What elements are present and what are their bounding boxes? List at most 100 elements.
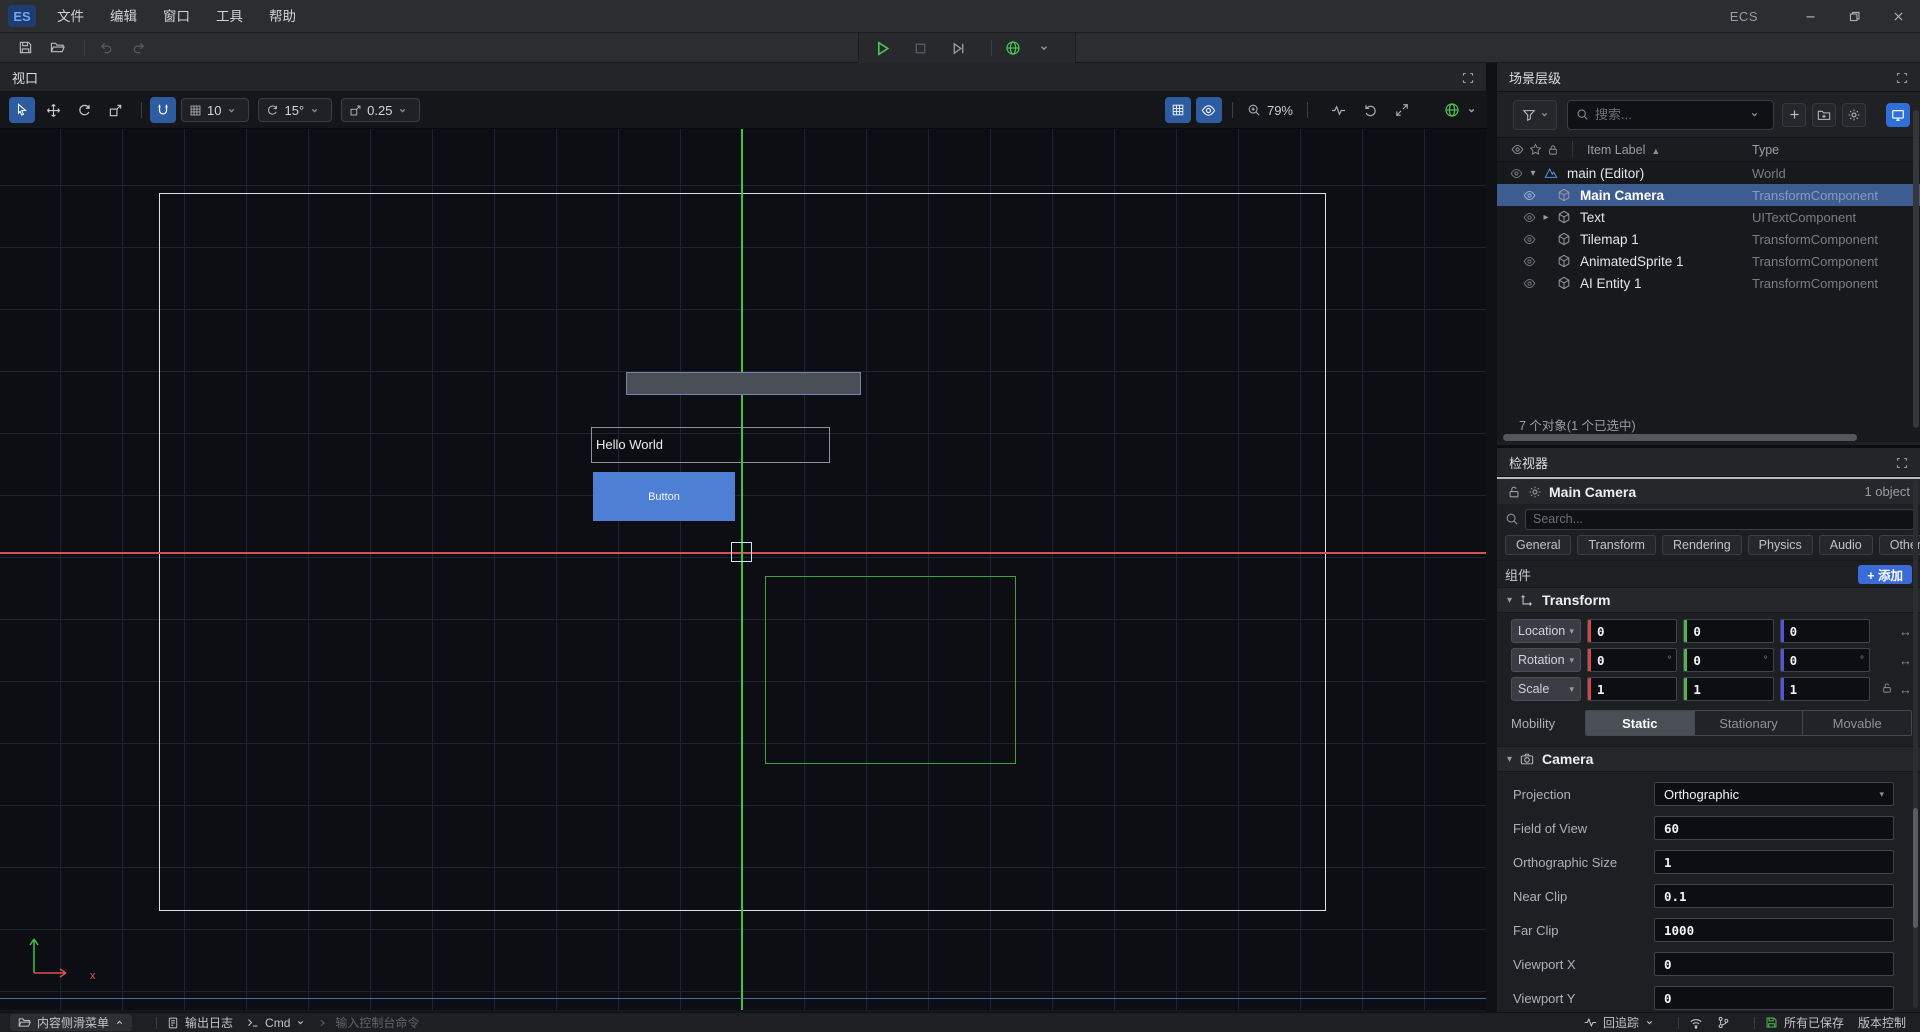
eye-icon[interactable] [1523, 189, 1537, 202]
output-log-button[interactable]: 输出日志 [167, 1014, 233, 1031]
rotation-y-input[interactable]: 0° [1683, 648, 1773, 672]
select-tool-button[interactable] [9, 97, 35, 123]
field-of-view-input[interactable]: 60 [1654, 816, 1894, 840]
cmd-dropdown[interactable]: Cmd [247, 1016, 305, 1030]
hierarchy-row-main[interactable]: ▾ main (Editor) World [1497, 162, 1920, 184]
maximize-button[interactable] [1832, 0, 1876, 33]
ui-button-element[interactable]: Button [593, 472, 735, 521]
gear-icon[interactable] [1528, 485, 1542, 499]
scale-label-dropdown[interactable]: Scale▾ [1511, 677, 1581, 701]
scale-y-input[interactable]: 1 [1683, 677, 1773, 701]
visibility-button[interactable] [1196, 97, 1222, 123]
tilemap-selected-bar[interactable] [626, 372, 861, 395]
undo-button[interactable] [93, 36, 119, 60]
hierarchy-row-animatedsprite[interactable]: AnimatedSprite 1 TransformComponent [1497, 250, 1920, 272]
rotation-snap-dropdown[interactable]: 15° [258, 98, 332, 122]
network-status-icon[interactable] [1689, 1016, 1703, 1030]
close-button[interactable] [1876, 0, 1920, 33]
viewport-x-input[interactable]: 0 [1654, 952, 1894, 976]
expand-chevron-icon[interactable]: ▸ [1537, 212, 1555, 223]
near-clip-input[interactable]: 0.1 [1654, 884, 1894, 908]
rotation-x-input[interactable]: 0° [1587, 648, 1677, 672]
save-button[interactable] [12, 36, 38, 60]
lock-column-icon[interactable] [1547, 144, 1559, 156]
eye-icon[interactable] [1523, 233, 1537, 246]
version-control-button[interactable]: 版本控制 [1858, 1014, 1906, 1031]
grid-snap-dropdown[interactable]: 10 [181, 98, 249, 122]
camera-mode-chevron-icon[interactable] [1464, 98, 1478, 122]
stats-pulse-button[interactable] [1326, 98, 1350, 122]
ui-text-element[interactable]: Hello World [591, 427, 830, 463]
tab-audio[interactable]: Audio [1819, 535, 1873, 555]
reset-view-button[interactable] [1358, 98, 1382, 122]
step-forward-button[interactable] [945, 36, 971, 60]
menu-tools[interactable]: 工具 [203, 0, 256, 33]
snap-toggle-button[interactable] [150, 97, 176, 123]
scale-z-input[interactable]: 1 [1780, 677, 1870, 701]
scale-tool-button[interactable] [102, 97, 128, 123]
app-logo[interactable]: ES [8, 5, 36, 27]
viewport-expand-icon[interactable] [1462, 70, 1474, 85]
stop-button[interactable] [907, 36, 933, 60]
hierarchy-search-input[interactable] [1595, 107, 1750, 122]
inspector-search-input[interactable] [1533, 512, 1906, 526]
trace-dropdown[interactable]: 回追踪 [1584, 1014, 1654, 1031]
save-status[interactable]: 所有已保存 [1765, 1014, 1844, 1031]
open-folder-button[interactable] [44, 36, 70, 60]
rotation-label-dropdown[interactable]: Rotation▾ [1511, 648, 1581, 672]
hierarchy-row-ai-entity[interactable]: AI Entity 1 TransformComponent [1497, 272, 1920, 294]
inspector-scrollbar-track[interactable] [1913, 480, 1918, 1008]
eye-column-icon[interactable] [1511, 143, 1524, 156]
star-column-icon[interactable] [1529, 143, 1542, 156]
orthographic-size-input[interactable]: 1 [1654, 850, 1894, 874]
hierarchy-horizontal-scrollbar[interactable] [1503, 434, 1857, 441]
display-toggle-button[interactable] [1886, 103, 1910, 127]
eye-icon[interactable] [1523, 211, 1537, 224]
lock-open-icon[interactable] [1881, 682, 1893, 694]
menu-window[interactable]: 窗口 [150, 0, 203, 33]
scale-x-input[interactable]: 1 [1587, 677, 1677, 701]
eye-icon[interactable] [1523, 255, 1537, 268]
column-type[interactable]: Type [1752, 143, 1779, 157]
add-component-button[interactable]: + 添加 [1858, 565, 1912, 584]
content-drawer-button[interactable]: 内容侧滑菜单 [10, 1014, 132, 1031]
globe-dropdown-chevron-icon[interactable] [1038, 36, 1050, 60]
new-folder-button[interactable] [1812, 103, 1836, 127]
chevron-down-icon[interactable] [1750, 110, 1759, 119]
show-grid-button[interactable] [1165, 97, 1191, 123]
hierarchy-row-text[interactable]: ▸ Text UITextComponent [1497, 206, 1920, 228]
mobility-movable[interactable]: Movable [1803, 711, 1911, 735]
camera-gizmo-box[interactable] [731, 542, 752, 562]
far-clip-input[interactable]: 1000 [1654, 918, 1894, 942]
add-entity-button[interactable] [1782, 103, 1806, 127]
hierarchy-row-tilemap[interactable]: Tilemap 1 TransformComponent [1497, 228, 1920, 250]
eye-icon[interactable] [1510, 167, 1524, 180]
link-axes-icon[interactable]: ↔ [1899, 624, 1912, 639]
link-axes-icon[interactable]: ↔ [1899, 682, 1912, 697]
camera-section-header[interactable]: ▾ Camera [1497, 746, 1920, 772]
eye-icon[interactable] [1523, 277, 1537, 290]
chevron-down-icon[interactable]: ▾ [1507, 754, 1512, 765]
location-x-input[interactable]: 0 [1587, 619, 1677, 643]
globe-launch-button[interactable] [1000, 36, 1026, 60]
transform-section-header[interactable]: ▾ Transform [1497, 587, 1920, 613]
menu-file[interactable]: 文件 [44, 0, 97, 33]
mobility-static[interactable]: Static [1586, 711, 1695, 735]
menu-help[interactable]: 帮助 [256, 0, 309, 33]
console-command-field[interactable]: 输入控制台命令 [319, 1014, 419, 1031]
hierarchy-vertical-scrollbar[interactable] [1913, 110, 1919, 428]
play-button[interactable] [869, 36, 895, 60]
inspector-expand-icon[interactable] [1896, 455, 1908, 470]
inspector-scrollbar-thumb[interactable] [1913, 808, 1918, 928]
hierarchy-search[interactable] [1567, 100, 1774, 130]
scene-canvas[interactable]: Hello World Button x [0, 128, 1486, 1010]
hierarchy-expand-icon[interactable] [1896, 70, 1908, 85]
link-axes-icon[interactable]: ↔ [1899, 653, 1912, 668]
projection-dropdown[interactable]: Orthographic▾ [1654, 782, 1894, 806]
tab-physics[interactable]: Physics [1748, 535, 1813, 555]
rotate-tool-button[interactable] [71, 97, 97, 123]
minimize-button[interactable] [1788, 0, 1832, 33]
tab-general[interactable]: General [1505, 535, 1571, 555]
scale-snap-dropdown[interactable]: 0.25 [341, 98, 420, 122]
chevron-down-icon[interactable]: ▾ [1507, 595, 1512, 606]
